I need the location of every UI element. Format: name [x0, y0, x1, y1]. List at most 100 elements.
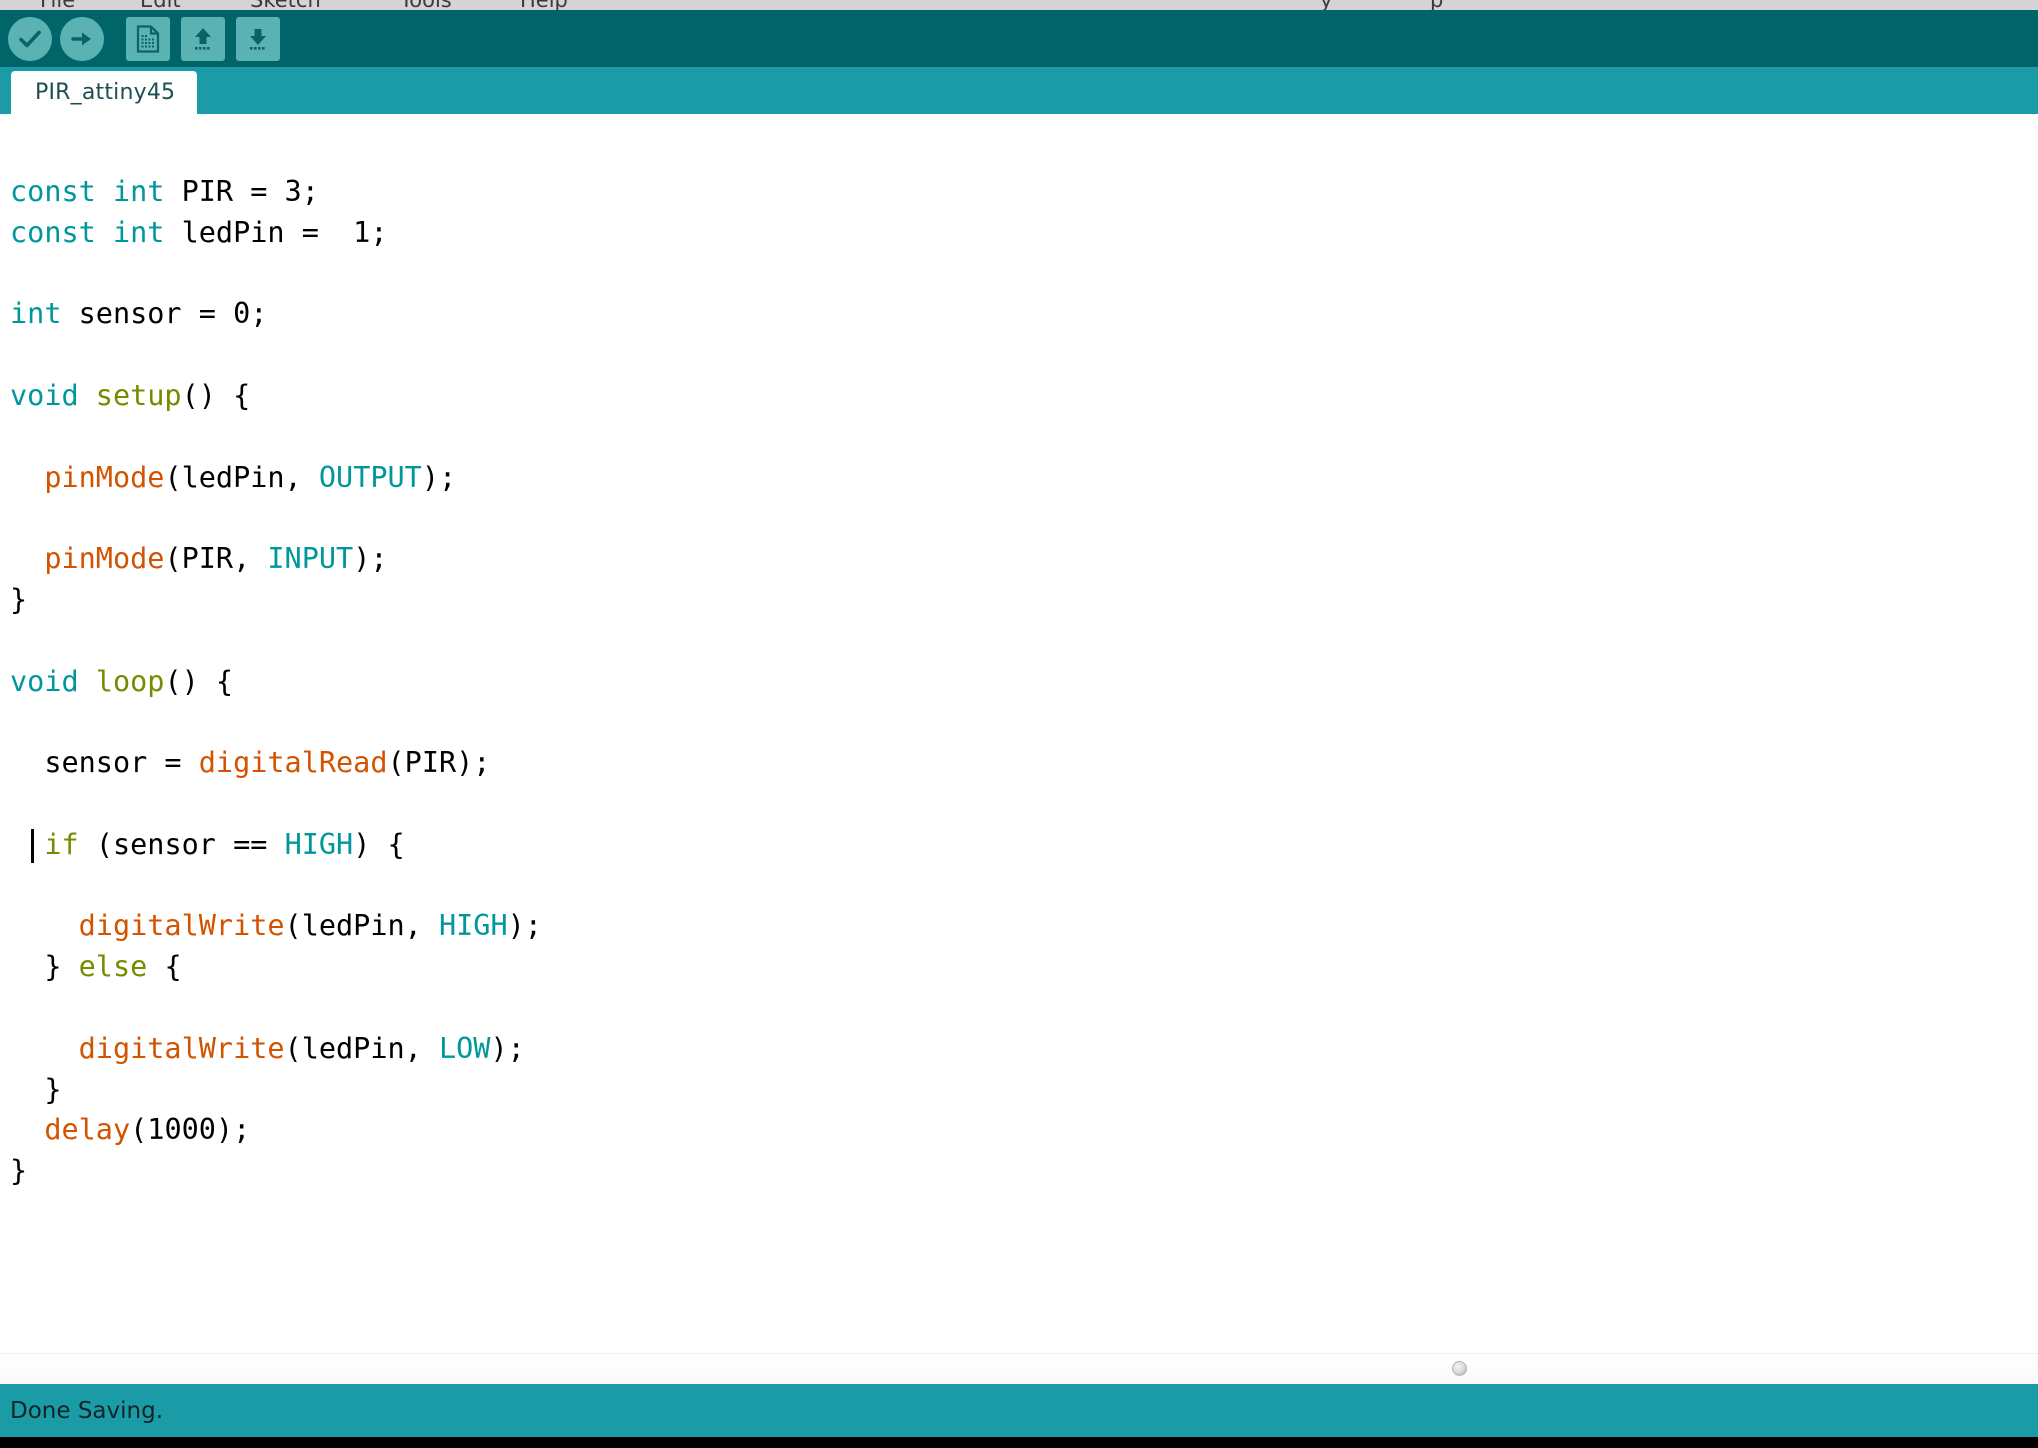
code-line[interactable]	[10, 621, 2038, 662]
code-token: (ledPin,	[164, 460, 319, 494]
sketch-tab[interactable]: PIR_attiny45	[11, 71, 198, 114]
code-token: (1000);	[130, 1113, 251, 1147]
arrow-right-icon	[69, 26, 95, 52]
code-line[interactable]	[10, 988, 2038, 1029]
code-token: if	[44, 827, 79, 861]
console-area	[0, 1437, 2038, 1448]
menu-bar[interactable]: File Edit Sketch Tools Help y p	[0, 0, 2038, 10]
code-token: }	[10, 950, 79, 984]
code-token: void	[10, 378, 96, 412]
code-token: (ledPin,	[284, 1031, 439, 1065]
code-line[interactable]	[10, 335, 2038, 376]
code-token: LOW	[438, 1031, 491, 1065]
code-token: HIGH	[284, 827, 354, 861]
code-line[interactable]: if (sensor == HIGH) {	[10, 825, 2038, 866]
code-line[interactable]: delay(1000);	[10, 1110, 2038, 1151]
code-token: {	[147, 950, 182, 984]
new-sketch-button[interactable]	[126, 16, 170, 61]
menu-item[interactable]: Tools	[400, 0, 452, 10]
code-token: pinMode	[44, 460, 165, 494]
code-token: setup	[95, 378, 182, 412]
sketch-tab-label: PIR_attiny45	[35, 80, 176, 105]
code-token: INPUT	[267, 542, 354, 576]
code-token: () {	[181, 378, 251, 412]
code-line[interactable]	[10, 417, 2038, 458]
code-token: digitalWrite	[78, 1031, 285, 1065]
code-line[interactable]: } else {	[10, 947, 2038, 988]
code-token: HIGH	[438, 909, 508, 943]
code-line[interactable]: void setup() {	[10, 376, 2038, 417]
code-token: }	[10, 1154, 28, 1188]
code-token: ) {	[353, 827, 405, 861]
code-token: void	[10, 664, 96, 698]
code-line[interactable]	[10, 254, 2038, 295]
code-line[interactable]	[10, 784, 2038, 825]
code-token: (ledPin,	[284, 909, 439, 943]
code-line[interactable]: int sensor = 0;	[10, 294, 2038, 335]
code-token: (sensor ==	[78, 827, 285, 861]
code-token: pinMode	[44, 542, 165, 576]
code-token: OUTPUT	[318, 460, 422, 494]
code-line[interactable]	[10, 498, 2038, 539]
code-line[interactable]	[10, 702, 2038, 743]
verify-button[interactable]	[8, 16, 52, 61]
code-token: );	[353, 542, 388, 576]
code-token: () {	[164, 664, 234, 698]
open-sketch-button[interactable]	[181, 16, 225, 61]
code-line[interactable]: sensor = digitalRead(PIR);	[10, 743, 2038, 784]
code-editor[interactable]: const int PIR = 3; const int ledPin = 1; i…	[0, 114, 2038, 1384]
code-line[interactable]: void loop() {	[10, 662, 2038, 703]
menu-item[interactable]: p	[1430, 0, 1443, 10]
code-token: const int	[10, 215, 182, 249]
code-token: loop	[95, 664, 165, 698]
code-text[interactable]: const int PIR = 3; const int ledPin = 1; i…	[0, 114, 2038, 1384]
code-line[interactable]: digitalWrite(ledPin, LOW);	[10, 1029, 2038, 1070]
menu-item[interactable]: Sketch	[250, 0, 321, 10]
code-token: int	[10, 297, 79, 331]
arduino-ide-window: File Edit Sketch Tools Help y p	[0, 0, 2038, 1448]
menu-item[interactable]: Help	[520, 0, 568, 10]
save-sketch-button[interactable]	[236, 16, 280, 61]
scroll-handle-dot[interactable]	[1452, 1361, 1467, 1376]
tab-bar: PIR_attiny45	[0, 67, 2038, 114]
code-line[interactable]: const int PIR = 3;	[10, 172, 2038, 213]
code-token: const int	[10, 175, 182, 208]
code-line[interactable]: const int ledPin = 1;	[10, 213, 2038, 254]
code-token: sensor =	[10, 746, 199, 780]
code-line[interactable]: }	[10, 1070, 2038, 1111]
code-token: ledPin = 1;	[181, 215, 388, 249]
check-icon	[17, 26, 43, 52]
code-line[interactable]	[10, 866, 2038, 907]
toolbar	[0, 10, 2038, 67]
code-line[interactable]: }	[10, 1151, 2038, 1192]
code-token: );	[507, 909, 542, 943]
status-bar: Done Saving.	[0, 1384, 2038, 1437]
text-caret	[31, 828, 34, 863]
upload-button[interactable]	[60, 16, 104, 61]
code-token: );	[490, 1031, 525, 1065]
code-line[interactable]: pinMode(ledPin, OUTPUT);	[10, 458, 2038, 499]
code-token: }	[10, 582, 28, 616]
menu-item[interactable]: y	[1320, 0, 1332, 10]
code-token: }	[10, 1072, 62, 1106]
editor-bottom-edge	[0, 1353, 2038, 1384]
code-line[interactable]: pinMode(PIR, INPUT);	[10, 539, 2038, 580]
code-token: digitalRead	[198, 746, 388, 780]
status-message: Done Saving.	[10, 1397, 164, 1424]
menu-item[interactable]: File	[40, 0, 75, 10]
code-line[interactable]: digitalWrite(ledPin, HIGH);	[10, 906, 2038, 947]
menu-item[interactable]: Edit	[140, 0, 181, 10]
code-token: PIR = 3;	[181, 175, 319, 208]
code-token: delay	[44, 1113, 131, 1147]
code-line[interactable]: }	[10, 580, 2038, 621]
code-token: sensor = 0;	[78, 297, 268, 331]
code-token: digitalWrite	[78, 909, 285, 943]
arrow-down-icon	[244, 25, 272, 53]
new-document-icon	[135, 24, 161, 53]
